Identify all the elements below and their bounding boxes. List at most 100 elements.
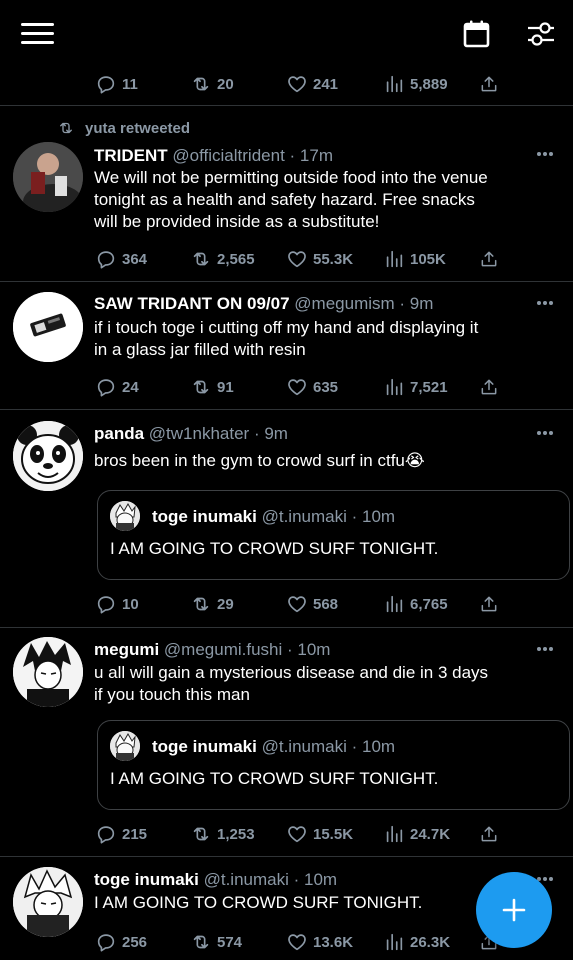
views-button[interactable]: 6,765 (383, 589, 448, 619)
reply-button[interactable]: 10 (95, 589, 139, 619)
avatar[interactable] (13, 637, 83, 707)
quoted-tweet[interactable]: toge inumaki @t.inumaki · 10m I AM GOING… (97, 720, 570, 810)
views-button[interactable]: 7,521 (383, 372, 448, 402)
reply-icon (95, 931, 117, 953)
heart-icon (286, 823, 308, 845)
timestamp: · 10m (293, 870, 338, 889)
share-icon (479, 824, 499, 844)
quoted-text: I AM GOING TO CROWD SURF TONIGHT. (110, 539, 439, 558)
retweet-icon (190, 248, 212, 270)
views-button[interactable]: 26.3K (383, 927, 450, 957)
more-icon[interactable] (536, 151, 554, 157)
avatar[interactable] (13, 292, 83, 362)
avatar-photo (13, 292, 83, 362)
retweet-button[interactable]: 574 (190, 927, 242, 957)
handle[interactable]: @megumism (294, 294, 394, 313)
hamburger-icon[interactable] (21, 23, 54, 47)
retweet-icon (56, 119, 76, 137)
retweet-button[interactable]: 91 (190, 372, 234, 402)
share-icon (479, 594, 499, 614)
reply-button[interactable]: 11 (95, 69, 138, 99)
views-icon (383, 73, 405, 95)
tweet-actions: 364 2,565 55.3K 105K (0, 244, 573, 274)
reply-icon (95, 593, 117, 615)
divider (0, 281, 573, 282)
display-name: toge inumaki (152, 507, 257, 526)
compose-button[interactable] (476, 872, 552, 948)
timestamp: · 17m (289, 146, 333, 165)
tweet-actions: 11 20 241 5,889 (0, 69, 573, 99)
handle: @t.inumaki (261, 507, 347, 526)
tweet-actions: 215 1,253 15.5K 24.7K (0, 819, 573, 849)
views-button[interactable]: 105K (383, 244, 446, 274)
quoted-tweet[interactable]: toge inumaki @t.inumaki · 10m I AM GOING… (97, 490, 570, 580)
divider (0, 627, 573, 628)
tweet-text: if i touch toge i cutting off my hand an… (94, 318, 479, 359)
calendar-icon[interactable] (463, 20, 490, 48)
reply-button[interactable]: 364 (95, 244, 147, 274)
avatar-photo (13, 637, 83, 707)
retweet-button[interactable]: 1,253 (190, 819, 255, 849)
tweet-actions: 24 91 635 7,521 (0, 372, 573, 402)
handle[interactable]: @tw1nkhater (149, 424, 249, 443)
views-button[interactable]: 5,889 (383, 69, 448, 99)
more-icon[interactable] (536, 300, 554, 306)
avatar-photo (13, 142, 83, 212)
reply-icon (95, 73, 117, 95)
like-button[interactable]: 635 (286, 372, 338, 402)
display-name: toge inumaki (152, 737, 257, 756)
display-name[interactable]: toge inumaki (94, 870, 199, 889)
handle[interactable]: @officialtrident (172, 146, 284, 165)
tweet-actions: 10 29 568 6,765 (0, 589, 573, 619)
divider (0, 105, 573, 106)
more-icon[interactable] (536, 430, 554, 436)
like-button[interactable]: 13.6K (286, 927, 353, 957)
timestamp: · 10m (351, 507, 396, 526)
share-button[interactable] (479, 244, 504, 274)
avatar-photo (110, 501, 140, 531)
like-button[interactable]: 241 (286, 69, 338, 99)
handle[interactable]: @t.inumaki (204, 870, 289, 889)
more-icon[interactable] (536, 646, 554, 652)
divider (0, 856, 573, 857)
tweet-text: We will not be permitting outside food i… (94, 168, 488, 231)
share-button[interactable] (479, 589, 504, 619)
share-button[interactable] (479, 69, 504, 99)
display-name[interactable]: panda (94, 424, 144, 443)
reply-button[interactable]: 215 (95, 819, 147, 849)
retweet-icon (190, 376, 212, 398)
share-icon (479, 74, 499, 94)
reply-button[interactable]: 24 (95, 372, 139, 402)
handle[interactable]: @megumi.fushi (164, 640, 282, 659)
handle: @t.inumaki (261, 737, 347, 756)
tweet-header: megumi @megumi.fushi · 10m (94, 640, 330, 660)
views-icon (383, 823, 405, 845)
share-icon (479, 377, 499, 397)
like-button[interactable]: 568 (286, 589, 338, 619)
avatar[interactable] (13, 421, 83, 491)
views-button[interactable]: 24.7K (383, 819, 450, 849)
plus-icon (502, 898, 526, 922)
quoted-header: toge inumaki @t.inumaki · 10m (152, 507, 395, 527)
retweet-button[interactable]: 29 (190, 589, 234, 619)
divider (0, 409, 573, 410)
retweet-button[interactable]: 2,565 (190, 244, 255, 274)
share-button[interactable] (479, 372, 504, 402)
display-name[interactable]: SAW TRIDANT ON 09/07 (94, 294, 290, 313)
retweet-icon (190, 931, 212, 953)
reply-icon (95, 823, 117, 845)
retweet-button[interactable]: 20 (190, 69, 234, 99)
heart-icon (286, 376, 308, 398)
tweet-header: TRIDENT @officialtrident · 17m (94, 146, 333, 166)
display-name[interactable]: megumi (94, 640, 159, 659)
like-button[interactable]: 55.3K (286, 244, 353, 274)
avatar[interactable] (13, 142, 83, 212)
display-name[interactable]: TRIDENT (94, 146, 168, 165)
top-bar (0, 0, 573, 66)
reply-button[interactable]: 256 (95, 927, 147, 957)
filter-icon[interactable] (526, 19, 556, 49)
heart-icon (286, 73, 308, 95)
views-icon (383, 376, 405, 398)
like-button[interactable]: 15.5K (286, 819, 353, 849)
share-button[interactable] (479, 819, 504, 849)
